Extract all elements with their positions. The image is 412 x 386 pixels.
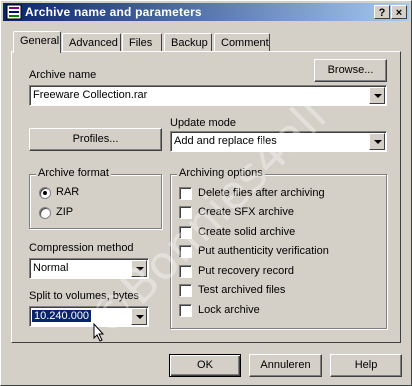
profiles-button[interactable]: Profiles... [29,128,162,151]
chevron-down-icon[interactable] [369,133,385,150]
archive-name-label: Archive name [29,69,97,81]
browse-button[interactable]: Browse... [314,59,387,82]
tab-backup[interactable]: Backup [164,33,212,51]
checkbox-lock[interactable] [179,304,192,317]
checkbox-test-label: Test archived files [198,284,286,296]
checkbox-recovery-label: Put recovery record [198,265,294,277]
checkbox-sfx[interactable] [179,206,192,219]
checkbox-solid-label: Create solid archive [198,226,296,238]
archive-format-label: Archive format [36,167,111,179]
archive-name-value: Freeware Collection.rar [33,89,148,101]
close-button[interactable]: × [391,5,407,19]
mouse-cursor-icon [93,323,105,342]
compression-value: Normal [33,262,69,274]
archive-format-group: Archive format [29,167,162,229]
checkbox-test[interactable] [179,284,192,297]
radio-rar-label: RAR [56,186,80,198]
ok-button[interactable]: OK [169,354,241,377]
radio-zip-label: ZIP [56,206,74,218]
tab-advanced[interactable]: Advanced [62,33,121,51]
checkbox-solid[interactable] [179,226,192,239]
tab-files[interactable]: Files [122,33,162,51]
help-button[interactable]: Help [330,354,402,377]
tab-comment[interactable]: Comment [214,33,270,51]
archive-name-combo[interactable]: Freeware Collection.rar [29,85,387,106]
radio-zip[interactable] [39,207,51,219]
update-mode-label: Update mode [170,117,237,129]
chevron-down-icon[interactable] [131,308,147,325]
radio-rar[interactable] [39,187,51,199]
checkbox-delete-files[interactable] [179,187,192,200]
compression-label: Compression method [29,242,134,254]
checkbox-delete-files-label: Delete files after archiving [198,187,325,199]
checkbox-lock-label: Lock archive [198,304,260,316]
title-bar[interactable]: Archive name and parameters ? × [3,3,409,21]
compression-select[interactable]: Normal [29,258,149,279]
chevron-down-icon[interactable] [131,260,147,277]
cancel-button[interactable]: Annuleren [249,354,322,377]
update-mode-select[interactable]: Add and replace files [170,131,387,152]
checkbox-recovery[interactable] [179,265,192,278]
winrar-icon [6,4,22,20]
archiving-options-label: Archiving options [177,167,265,179]
split-value: 10.240.000 [32,310,92,322]
window-title: Archive name and parameters [25,5,202,19]
checkbox-authenticity[interactable] [179,245,192,258]
checkbox-sfx-label: Create SFX archive [198,206,294,218]
chevron-down-icon[interactable] [369,87,385,104]
split-volumes-combo[interactable]: 10.240.000 [29,306,149,327]
tab-general[interactable]: General [13,31,61,53]
archive-dialog: Archive name and parameters ? × General … [0,0,412,386]
help-title-button[interactable]: ? [374,5,390,19]
update-mode-value: Add and replace files [174,135,277,147]
checkbox-authenticity-label: Put authenticity verification [198,245,329,257]
split-label: Split to volumes, bytes [29,290,140,302]
